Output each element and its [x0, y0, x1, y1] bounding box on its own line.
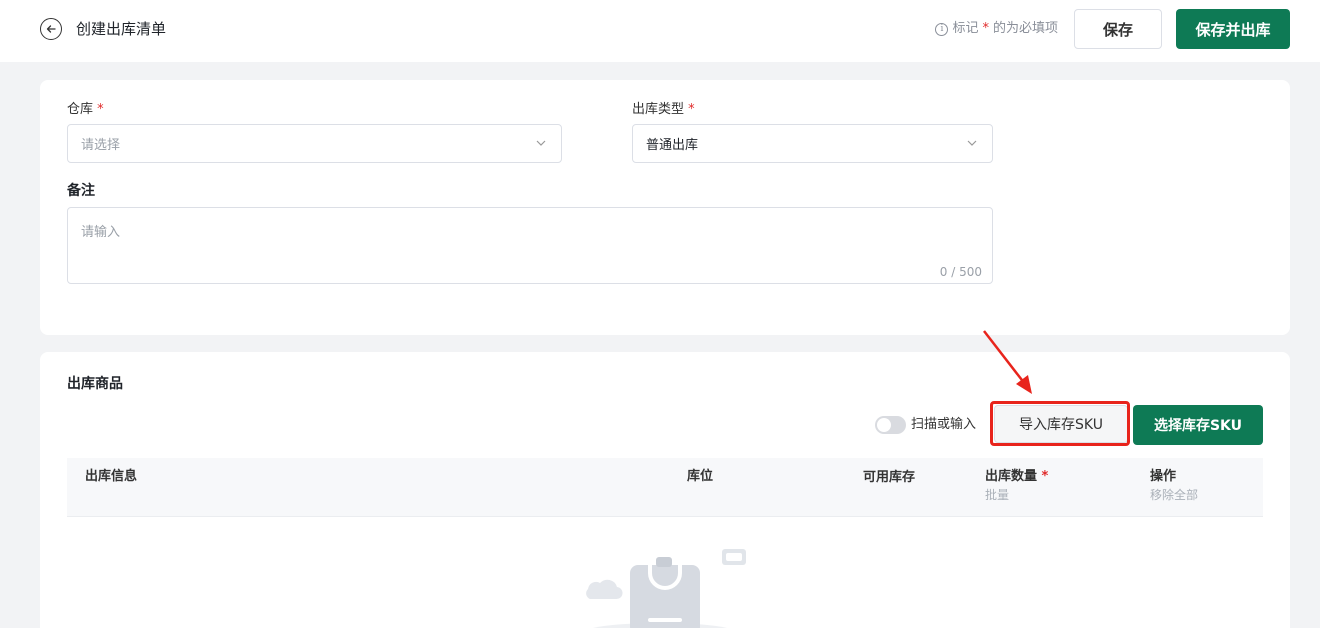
note-char-counter: 0 / 500 [939, 265, 982, 279]
col-quantity-label: 出库数量 [985, 469, 1038, 484]
col-info: 出库信息 [85, 469, 138, 484]
form-card: 仓库 * 请选择 出库类型 * 普通出库 备注 请输入 0 / 500 [40, 80, 1290, 335]
warehouse-select[interactable]: 请选择 [67, 124, 562, 163]
chevron-down-icon [967, 140, 977, 146]
page-title: 创建出库清单 [76, 20, 167, 38]
select-sku-button[interactable]: 选择库存SKU [1133, 405, 1263, 445]
note-placeholder: 请输入 [81, 225, 121, 240]
required-star: * [982, 21, 989, 36]
required-note-suffix: 的为必填项 [992, 21, 1058, 36]
highlight-box [990, 401, 1130, 446]
info-icon: i [935, 22, 949, 36]
batch-quantity-link[interactable]: 批量 [985, 487, 1009, 503]
empty-box-illustration [586, 549, 746, 628]
required-star: * [1041, 469, 1049, 484]
scan-toggle-label: 扫描或输入 [911, 417, 977, 432]
out-type-label: 出库类型 * [632, 101, 695, 119]
save-and-out-button[interactable]: 保存并出库 [1176, 9, 1290, 49]
note-textarea[interactable]: 请输入 0 / 500 [67, 207, 993, 284]
warehouse-label-text: 仓库 [67, 102, 94, 117]
save-button[interactable]: 保存 [1074, 9, 1162, 49]
warehouse-label: 仓库 * [67, 101, 104, 119]
products-title: 出库商品 [67, 376, 123, 392]
toggle-knob [877, 418, 891, 432]
products-card: 出库商品 扫描或输入 导入库存SKU 选择库存SKU 出库信息 库位 可用库存 … [40, 352, 1290, 628]
required-star: * [688, 102, 695, 117]
out-type-value: 普通出库 [646, 138, 699, 153]
note-label: 备注 [67, 183, 95, 199]
required-note: i 标记 * 的为必填项 [935, 19, 1058, 39]
required-star: * [97, 102, 104, 117]
col-location: 库位 [687, 469, 714, 484]
warehouse-placeholder: 请选择 [81, 138, 121, 153]
back-button[interactable] [40, 18, 62, 40]
table-header: 出库信息 库位 可用库存 出库数量 * 批量 操作 移除全部 [67, 458, 1263, 517]
col-quantity: 出库数量 * [985, 468, 1048, 486]
remove-all-link[interactable]: 移除全部 [1150, 487, 1198, 503]
chevron-down-icon [536, 140, 546, 146]
arrow-left-icon [46, 25, 56, 33]
col-action: 操作 [1150, 469, 1177, 484]
top-bar: 创建出库清单 i 标记 * 的为必填项 保存 保存并出库 [0, 0, 1320, 62]
scan-toggle[interactable] [875, 416, 906, 434]
col-available: 可用库存 [863, 470, 916, 485]
required-note-prefix: 标记 [952, 21, 979, 36]
out-type-label-text: 出库类型 [632, 102, 685, 117]
out-type-select[interactable]: 普通出库 [632, 124, 993, 163]
